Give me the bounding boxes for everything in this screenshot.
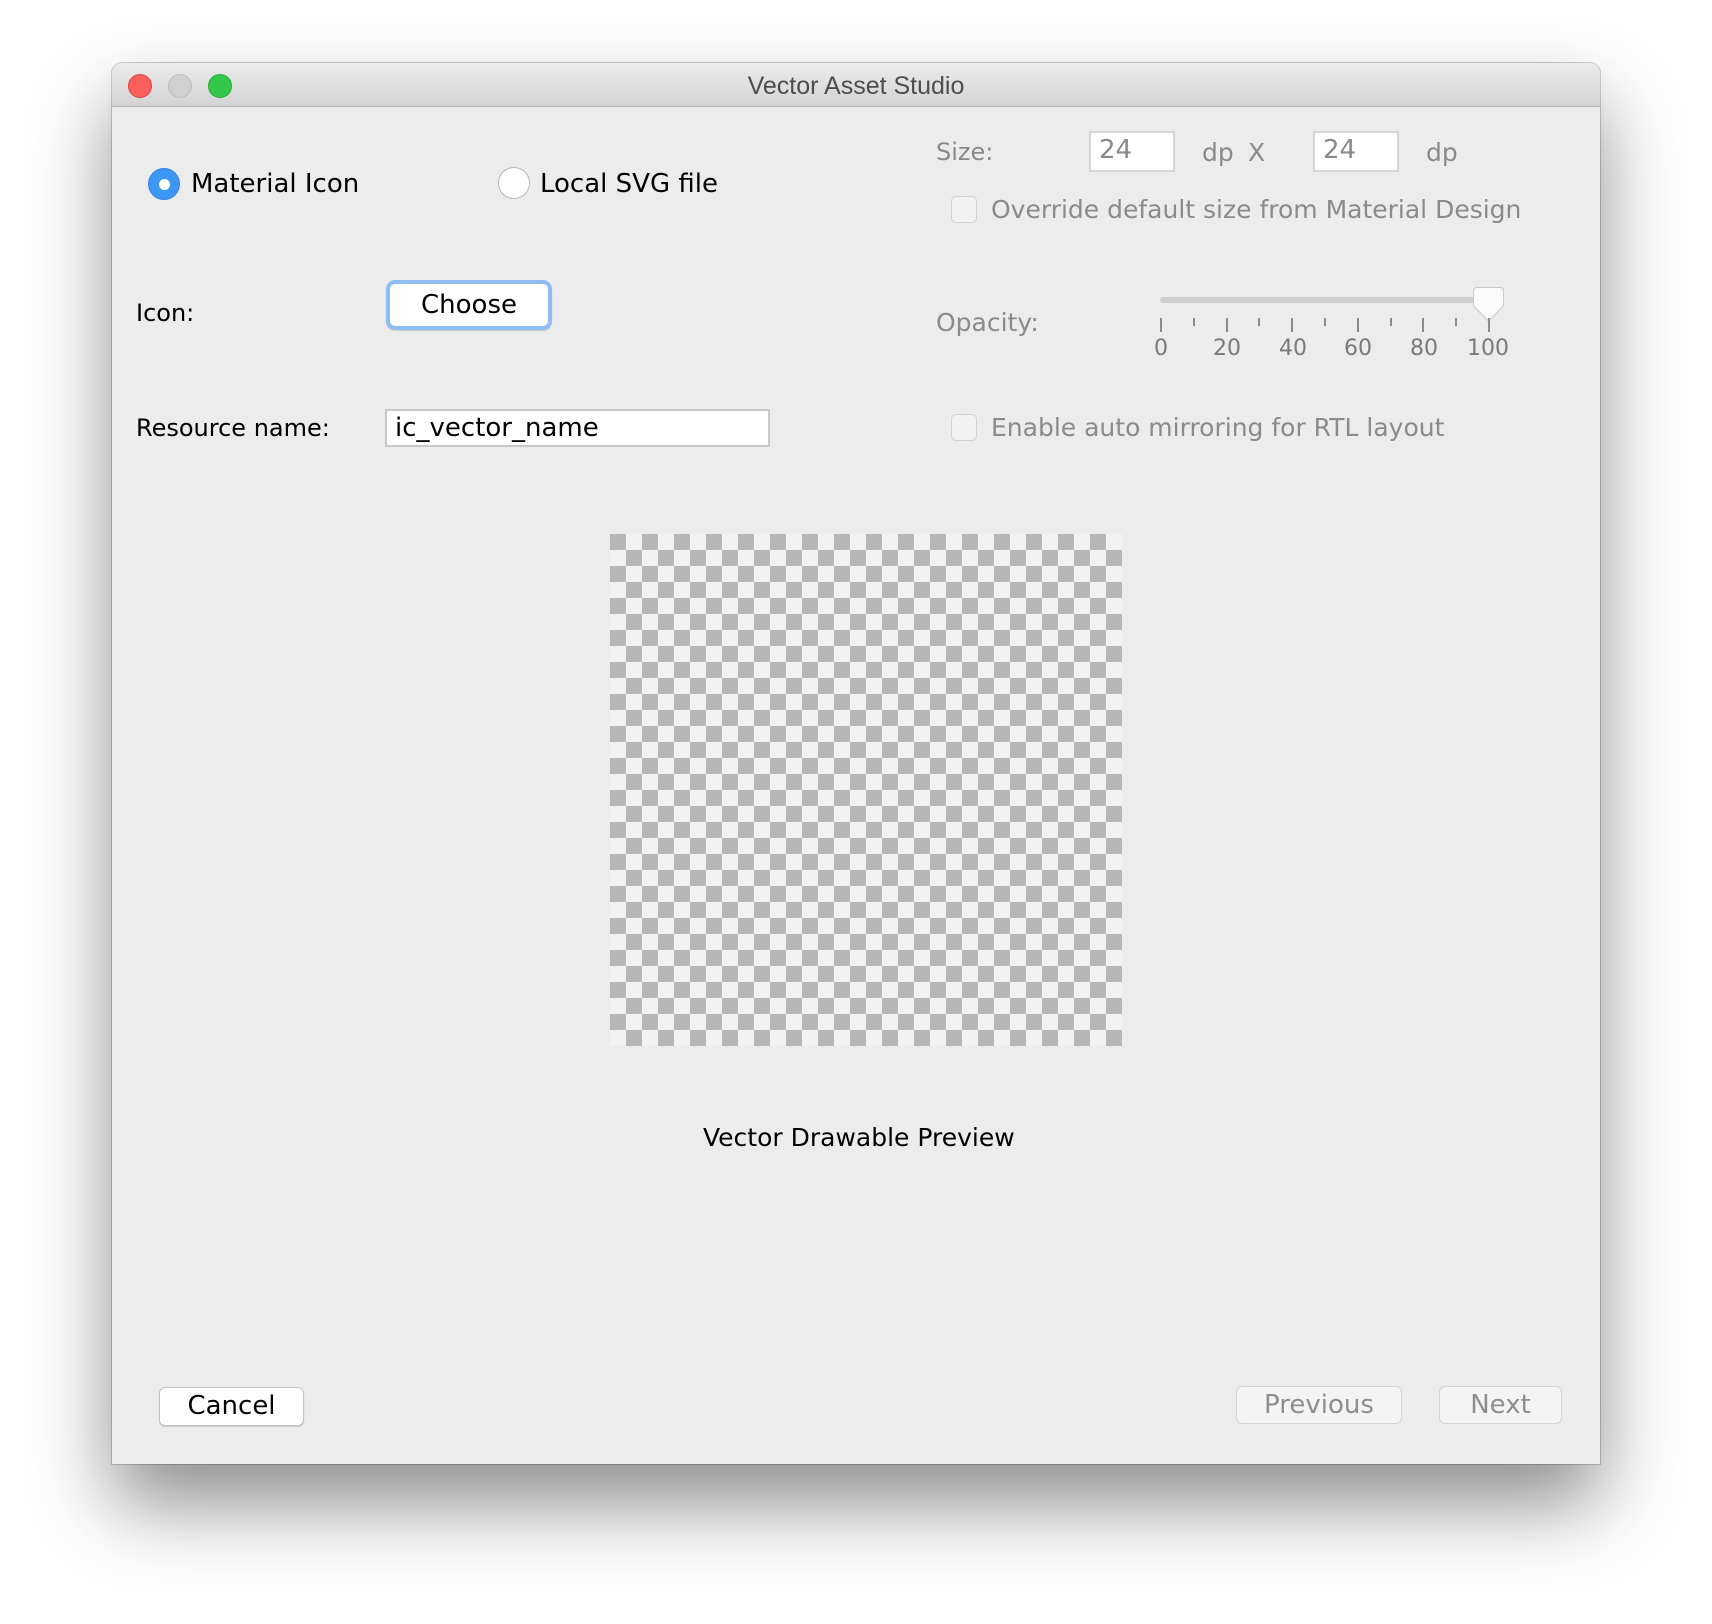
override-size-label[interactable]: Override default size from Material Desi… bbox=[991, 195, 1521, 225]
opacity-major-tick bbox=[1356, 318, 1359, 332]
local-svg-file-radio[interactable] bbox=[498, 167, 530, 199]
material-icon-label[interactable]: Material Icon bbox=[191, 169, 359, 199]
next-button[interactable]: Next bbox=[1439, 1386, 1562, 1424]
opacity-major-tick bbox=[1488, 318, 1490, 332]
resource-name-label: Resource name: bbox=[136, 414, 330, 442]
choose-icon-button[interactable]: Choose bbox=[386, 280, 552, 330]
size-height-input[interactable]: 24 bbox=[1313, 131, 1399, 172]
vector-asset-studio-window: Vector Asset Studio Material Icon Local … bbox=[112, 63, 1600, 1464]
opacity-slider-track[interactable] bbox=[1160, 297, 1488, 303]
cancel-button[interactable]: Cancel bbox=[159, 1387, 304, 1426]
title-bar[interactable]: Vector Asset Studio bbox=[112, 63, 1600, 107]
opacity-tick-label-0: 0 bbox=[1154, 336, 1168, 361]
opacity-label: Opacity: bbox=[936, 308, 1039, 337]
opacity-tick-label-60: 60 bbox=[1344, 336, 1372, 361]
auto-mirroring-label[interactable]: Enable auto mirroring for RTL layout bbox=[991, 413, 1444, 443]
auto-mirroring-checkbox[interactable] bbox=[951, 414, 977, 441]
opacity-major-tick bbox=[1160, 318, 1162, 332]
opacity-minor-tick bbox=[1455, 318, 1458, 326]
opacity-minor-tick bbox=[1324, 318, 1326, 326]
opacity-tick-label-20: 20 bbox=[1213, 336, 1241, 361]
opacity-major-tick bbox=[1225, 318, 1228, 332]
vector-drawable-preview-canvas bbox=[610, 534, 1122, 1046]
size-label: Size: bbox=[936, 138, 994, 166]
icon-label: Icon: bbox=[136, 299, 195, 327]
size-width-input[interactable]: 24 bbox=[1089, 131, 1175, 172]
size-separator: X bbox=[1248, 138, 1266, 167]
opacity-tick-label-80: 80 bbox=[1410, 336, 1438, 361]
material-icon-radio[interactable] bbox=[148, 168, 180, 200]
opacity-minor-tick bbox=[1389, 318, 1392, 326]
size-width-unit: dp bbox=[1202, 138, 1234, 167]
opacity-major-tick bbox=[1291, 318, 1294, 332]
opacity-major-tick bbox=[1422, 318, 1425, 332]
resource-name-input[interactable]: ic_vector_name bbox=[385, 409, 770, 447]
preview-caption: Vector Drawable Preview bbox=[703, 1123, 1015, 1152]
window-title: Vector Asset Studio bbox=[747, 72, 965, 100]
opacity-tick-label-40: 40 bbox=[1279, 336, 1307, 361]
local-svg-file-label[interactable]: Local SVG file bbox=[540, 169, 718, 199]
opacity-minor-tick bbox=[1258, 318, 1261, 326]
opacity-minor-tick bbox=[1192, 318, 1195, 326]
previous-button[interactable]: Previous bbox=[1236, 1386, 1402, 1424]
override-size-checkbox[interactable] bbox=[951, 196, 977, 223]
opacity-slider-thumb[interactable] bbox=[1472, 287, 1504, 322]
size-height-unit: dp bbox=[1426, 138, 1458, 167]
opacity-tick-label-100: 100 bbox=[1467, 336, 1509, 361]
